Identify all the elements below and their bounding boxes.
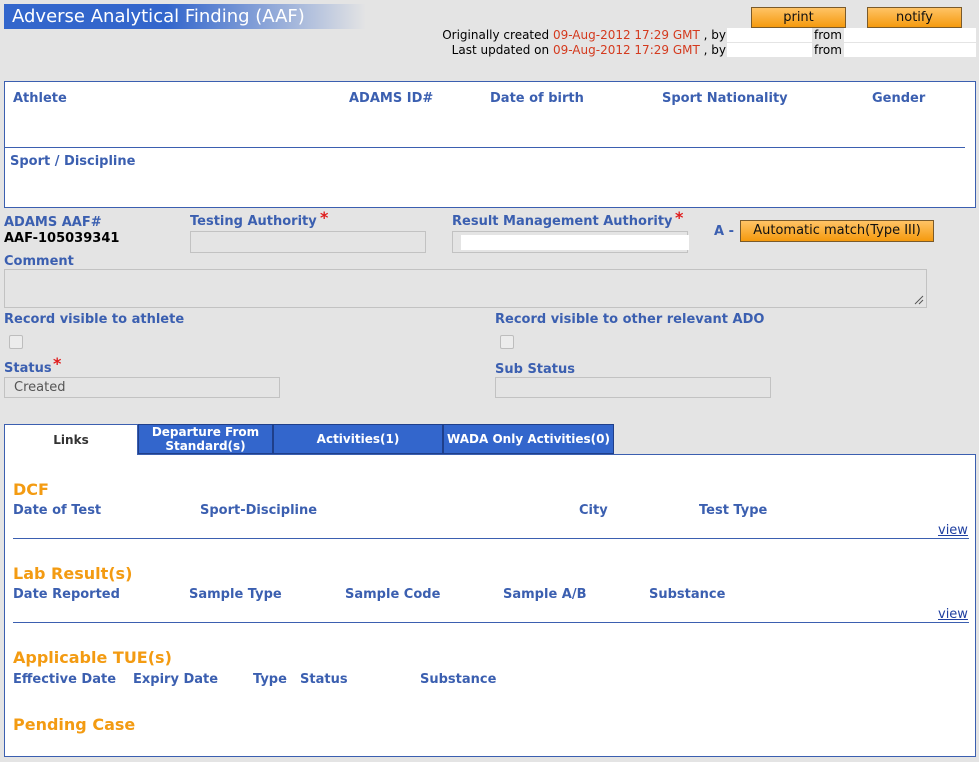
created-from-label: from — [814, 28, 842, 42]
a-prefix: A - — [714, 224, 734, 239]
dcf-col-sport: Sport-Discipline — [200, 503, 318, 518]
dcf-view-link[interactable]: view — [938, 523, 968, 538]
dob-label: Date of birth — [490, 91, 584, 106]
lab-col-date: Date Reported — [13, 587, 120, 602]
tue-col-expiry: Expiry Date — [133, 672, 219, 687]
tue-col-effective: Effective Date — [13, 672, 117, 687]
dcf-col-city: City — [579, 503, 608, 518]
tab-links[interactable]: Links — [4, 424, 138, 455]
status-required: * — [53, 354, 62, 373]
comment-label: Comment — [4, 254, 74, 269]
rma-label: Result Management Authority — [452, 214, 673, 229]
status-label: Status — [4, 361, 52, 376]
testing-authority-label: Testing Authority — [190, 214, 317, 229]
pending-heading: Pending Case — [13, 715, 136, 734]
lab-view-link[interactable]: view — [938, 607, 968, 622]
tab-activities[interactable]: Activities(1) — [273, 424, 443, 454]
status-field[interactable]: Created — [4, 377, 280, 398]
lab-col-sample-ab: Sample A/B — [503, 587, 587, 602]
dcf-col-test-type: Test Type — [699, 503, 768, 518]
rma-field[interactable] — [452, 231, 689, 253]
page-title: Adverse Analytical Finding (AAF) — [12, 6, 305, 27]
sport-discipline-label: Sport / Discipline — [10, 154, 136, 169]
created-line: Originally created 09-Aug-2012 17:29 GMT… — [442, 28, 726, 42]
tab-departure-label: Departure From Standard(s) — [151, 425, 260, 453]
tab-links-label: Links — [53, 433, 89, 447]
resize-handle-icon[interactable] — [914, 295, 924, 305]
lab-col-sample-type: Sample Type — [189, 587, 282, 602]
sub-status-field[interactable] — [495, 377, 771, 398]
created-by-field — [727, 28, 812, 42]
dcf-heading: DCF — [13, 480, 49, 499]
visible-ado-checkbox[interactable] — [500, 335, 514, 349]
visible-athlete-label: Record visible to athlete — [4, 312, 185, 327]
sub-status-label: Sub Status — [495, 362, 576, 377]
adams-id-label: ADAMS ID# — [349, 91, 434, 106]
updated-date: 09-Aug-2012 17:29 GMT — [552, 43, 700, 57]
tue-heading: Applicable TUE(s) — [13, 648, 172, 667]
aaf-number-value: AAF-105039341 — [4, 231, 120, 246]
updated-from-field — [844, 43, 976, 57]
tab-activities-label: Activities(1) — [316, 432, 400, 446]
links-panel: DCF Date of Test Sport-Discipline City T… — [4, 454, 976, 757]
comment-textarea[interactable] — [4, 269, 927, 308]
status-value: Created — [14, 380, 66, 395]
tab-wada-activities-label: WADA Only Activities(0) — [447, 432, 610, 446]
created-from-field — [844, 28, 976, 42]
testing-authority-field[interactable] — [190, 231, 426, 253]
rma-required: * — [675, 208, 684, 227]
athlete-divider — [5, 147, 965, 148]
lab-col-substance: Substance — [649, 587, 726, 602]
tue-col-substance: Substance — [420, 672, 497, 687]
lab-divider — [13, 622, 969, 623]
athlete-box: Athlete ADAMS ID# Date of birth Sport Na… — [4, 81, 976, 208]
dcf-col-date: Date of Test — [13, 503, 102, 518]
title-bar: Adverse Analytical Finding (AAF) — [4, 4, 366, 29]
tue-col-status: Status — [300, 672, 348, 687]
athlete-label: Athlete — [13, 91, 67, 106]
lab-heading: Lab Result(s) — [13, 564, 133, 583]
tue-col-type: Type — [253, 672, 287, 687]
aaf-number-label: ADAMS AAF# — [4, 215, 102, 230]
automatic-match-button[interactable]: Automatic match(Type III) — [740, 220, 934, 242]
gender-label: Gender — [872, 91, 926, 106]
created-date: 09-Aug-2012 17:29 GMT — [552, 28, 700, 42]
updated-line: Last updated on 09-Aug-2012 17:29 GMT , … — [451, 43, 726, 57]
visible-athlete-checkbox[interactable] — [9, 335, 23, 349]
updated-by-field — [727, 43, 812, 57]
updated-from-label: from — [814, 43, 842, 57]
dcf-divider — [13, 538, 969, 539]
testing-authority-required: * — [320, 208, 329, 227]
tab-wada-activities[interactable]: WADA Only Activities(0) — [443, 424, 614, 454]
sport-nationality-label: Sport Nationality — [662, 91, 788, 106]
notify-button[interactable]: notify — [867, 7, 962, 28]
visible-ado-label: Record visible to other relevant ADO — [495, 312, 765, 327]
rma-field-inner — [461, 235, 689, 250]
lab-col-sample-code: Sample Code — [345, 587, 441, 602]
print-button[interactable]: print — [751, 7, 846, 28]
tab-departure[interactable]: Departure From Standard(s) — [138, 424, 273, 454]
